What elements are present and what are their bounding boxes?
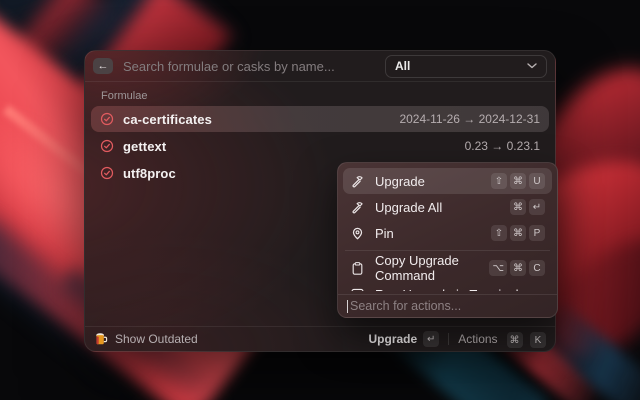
- shift-key-badge: ⇧: [491, 225, 507, 241]
- shift-key-badge: ⇧: [491, 173, 507, 189]
- section-label: Formulae: [101, 90, 555, 102]
- action-label: Run Upgrade in Terminal: [375, 287, 545, 292]
- actions-search-placeholder: Search for actions...: [350, 299, 461, 313]
- action-shortcut: ⌘ ↵: [510, 199, 545, 215]
- primary-action-label[interactable]: Upgrade: [369, 332, 418, 346]
- pin-icon: [350, 226, 365, 241]
- actions-list: Upgrade ⇧ ⌘ U Upgrade All ⌘ ↵ Pin ⇧ ⌘ P: [338, 163, 557, 291]
- homebrew-beer-icon: [94, 332, 108, 346]
- enter-key-badge: ↵: [423, 331, 439, 347]
- search-header: ← Search formulae or casks by name... Al…: [85, 51, 555, 81]
- search-input[interactable]: Search formulae or casks by name...: [123, 59, 385, 74]
- c-key-badge: C: [529, 260, 545, 276]
- app-label: Show Outdated: [115, 332, 369, 346]
- k-key-badge: K: [530, 332, 546, 348]
- footer-divider: [448, 333, 449, 345]
- cmd-key-badge: ⌘: [510, 225, 526, 241]
- formula-versions: 2024-11-26 → 2024-12-31: [399, 112, 540, 126]
- back-arrow-icon: ←: [98, 61, 109, 72]
- window-footer: Show Outdated Upgrade ↵ Actions ⌘ K: [85, 326, 555, 351]
- hammer-icon: [350, 174, 365, 189]
- check-circle-icon: [100, 139, 114, 153]
- filter-dropdown-value: All: [395, 59, 410, 73]
- actions-key-badges: ⌘ K: [504, 330, 546, 349]
- actions-divider: [345, 250, 550, 251]
- formula-name: ca-certificates: [123, 112, 399, 127]
- terminal-icon: [350, 287, 365, 292]
- enter-key-badge: ↵: [529, 199, 545, 215]
- chevron-down-icon: [527, 63, 537, 69]
- action-label: Upgrade: [375, 174, 491, 189]
- action-label: Upgrade All: [375, 200, 510, 215]
- action-upgrade-all[interactable]: Upgrade All ⌘ ↵: [343, 194, 552, 220]
- list-item-ca-certificates[interactable]: ca-certificates 2024-11-26 → 2024-12-31: [91, 106, 549, 132]
- clipboard-icon: [350, 261, 365, 276]
- check-circle-icon: [100, 166, 114, 180]
- hammer-icon: [350, 200, 365, 215]
- cmd-key-badge: ⌘: [510, 260, 526, 276]
- check-circle-icon: [100, 112, 114, 126]
- back-button[interactable]: ←: [93, 58, 113, 74]
- action-copy-upgrade-command[interactable]: Copy Upgrade Command ⌥ ⌘ C: [343, 255, 552, 281]
- actions-search[interactable]: Search for actions...: [338, 294, 557, 317]
- formula-versions: 0.23 → 0.23.1: [465, 139, 540, 153]
- action-shortcut: ⌥ ⌘ C: [489, 260, 545, 276]
- cmd-key-badge: ⌘: [507, 332, 523, 348]
- u-key-badge: U: [529, 173, 545, 189]
- cmd-key-badge: ⌘: [510, 173, 526, 189]
- list-item-gettext[interactable]: gettext 0.23 → 0.23.1: [91, 133, 549, 159]
- action-shortcut: ⇧ ⌘ U: [491, 173, 545, 189]
- filter-dropdown[interactable]: All: [385, 55, 547, 78]
- p-key-badge: P: [529, 225, 545, 241]
- action-label: Pin: [375, 226, 491, 241]
- header-divider: [85, 81, 555, 82]
- formula-name: gettext: [123, 139, 465, 154]
- option-key-badge: ⌥: [489, 260, 507, 276]
- cmd-key-badge: ⌘: [510, 199, 526, 215]
- action-upgrade[interactable]: Upgrade ⇧ ⌘ U: [343, 168, 552, 194]
- actions-button[interactable]: Actions: [458, 332, 497, 346]
- action-shortcut: ⇧ ⌘ P: [491, 225, 545, 241]
- action-pin[interactable]: Pin ⇧ ⌘ P: [343, 220, 552, 246]
- action-label: Copy Upgrade Command: [375, 253, 489, 283]
- actions-panel: Upgrade ⇧ ⌘ U Upgrade All ⌘ ↵ Pin ⇧ ⌘ P: [337, 162, 558, 318]
- text-cursor: [347, 300, 348, 313]
